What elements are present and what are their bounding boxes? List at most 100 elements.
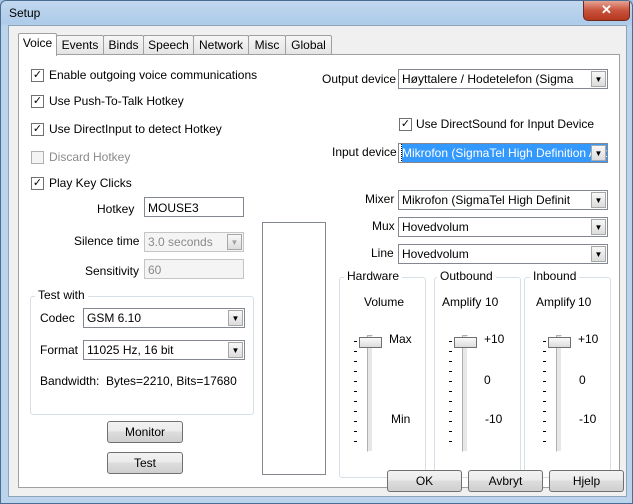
play-key-clicks-checkbox[interactable]: ✓ [31,177,44,190]
inbound-top-label: +10 [578,332,599,346]
directsound-checkbox[interactable]: ✓ [399,118,412,131]
outbound-top-label: +10 [484,332,505,346]
slider-tick [543,351,546,352]
chevron-down-icon[interactable]: ▼ [591,246,606,262]
chevron-down-icon[interactable]: ▼ [591,71,606,87]
setup-window: Setup ✕ Voice Events Binds Speech Networ… [0,0,633,504]
codec-value: GSM 6.10 [87,311,142,325]
directsound-label: Use DirectSound for Input Device [416,117,595,131]
codec-select[interactable]: GSM 6.10 ▼ [83,308,245,328]
tab-speech[interactable]: Speech [143,35,194,55]
format-select[interactable]: 11025 Hz, 16 bit ▼ [83,340,245,360]
slider-tick [354,341,357,342]
play-key-clicks-label: Play Key Clicks [49,176,132,190]
slider-tick [354,371,357,372]
tab-global[interactable]: Global [285,35,332,55]
hardware-max-label: Max [389,332,412,346]
slider-tick [449,371,452,372]
title-bar[interactable]: Setup ✕ [1,1,632,25]
slider-tick [449,341,452,342]
hardware-slider-thumb[interactable] [359,337,382,348]
slider-tick [543,431,546,432]
line-select[interactable]: Hovedvolum ▼ [398,244,608,264]
tab-voice[interactable]: Voice [18,33,57,56]
outbound-bottom-label: -10 [485,412,503,426]
input-device-value: Mikrofon (SigmaTel High Definition Audi [401,144,607,162]
slider-tick [543,361,546,362]
voice-panel: ✓ Enable outgoing voice communications ✓… [18,54,620,488]
chevron-down-icon[interactable]: ▼ [591,145,606,161]
silence-time-value: 3.0 seconds [148,235,213,249]
slider-tick [543,401,546,402]
inbound-title: Inbound [530,269,580,283]
outbound-amplify-value: 10 [485,295,499,309]
output-device-label: Output device [322,72,397,86]
sensitivity-field: 60 [144,259,244,279]
hardware-volume-label: Volume [364,295,405,309]
tab-network[interactable]: Network [193,35,249,55]
line-value: Hovedvolum [402,247,469,261]
discard-hotkey-label: Discard Hotkey [49,150,131,164]
input-device-label: Input device [332,145,397,159]
chevron-down-icon: ▼ [227,234,242,250]
slider-tick [449,431,452,432]
inbound-slider-track[interactable] [556,335,562,452]
bandwidth-value: Bytes=2210, Bits=17680 [106,374,237,388]
format-label: Format [40,343,79,357]
inbound-amplify-label: Amplify [536,295,576,309]
test-with-title: Test with [35,288,88,302]
push-to-talk-checkbox[interactable]: ✓ [31,95,44,108]
slider-tick [449,421,452,422]
enable-outgoing-checkbox[interactable]: ✓ [31,69,44,82]
inbound-slider-thumb[interactable] [548,337,571,348]
cancel-button[interactable]: Avbryt [468,470,543,492]
sensitivity-label: Sensitivity [85,264,140,278]
push-to-talk-label: Use Push-To-Talk Hotkey [49,94,184,108]
slider-tick [449,401,452,402]
slider-tick [543,421,546,422]
outbound-slider-thumb[interactable] [454,337,477,348]
slider-tick [543,381,546,382]
slider-tick [449,361,452,362]
monitor-button[interactable]: Monitor [107,421,183,443]
outbound-slider-track[interactable] [462,335,468,452]
test-button[interactable]: Test [107,452,183,474]
chevron-down-icon[interactable]: ▼ [591,192,606,208]
tab-events[interactable]: Events [56,35,104,55]
output-device-select[interactable]: Høyttalere / Hodetelefon (Sigma ▼ [398,69,608,89]
slider-tick [354,441,357,442]
tab-binds[interactable]: Binds [103,35,144,55]
close-button[interactable]: ✕ [583,1,630,21]
help-button[interactable]: Hjelp [549,470,624,492]
hardware-slider-track[interactable] [367,335,373,452]
slider-tick [354,391,357,392]
line-label: Line [371,246,394,260]
slider-tick [449,351,452,352]
bandwidth-label: Bandwidth: [40,374,100,388]
inbound-bottom-label: -10 [579,412,597,426]
outbound-mid-label: 0 [484,373,491,387]
mixer-value: Mikrofon (SigmaTel High Definit [402,193,571,207]
ok-button[interactable]: OK [387,470,462,492]
slider-tick [449,411,452,412]
tab-misc[interactable]: Misc [248,35,286,55]
enable-outgoing-label: Enable outgoing voice communications [49,68,258,82]
mixer-select[interactable]: Mikrofon (SigmaTel High Definit ▼ [398,190,608,210]
slider-tick [354,351,357,352]
chevron-down-icon[interactable]: ▼ [591,219,606,235]
slider-tick [354,401,357,402]
directinput-label: Use DirectInput to detect Hotkey [49,122,222,136]
outbound-title: Outbound [437,269,496,283]
mux-select[interactable]: Hovedvolum ▼ [398,217,608,237]
slider-tick [543,371,546,372]
chevron-down-icon[interactable]: ▼ [228,342,243,358]
mixer-label: Mixer [365,192,395,206]
input-device-select[interactable]: Mikrofon (SigmaTel High Definition Audi … [398,143,608,163]
chevron-down-icon[interactable]: ▼ [228,310,243,326]
directinput-checkbox[interactable]: ✓ [31,123,44,136]
silence-time-select: 3.0 seconds ▼ [144,232,244,252]
slider-tick [354,431,357,432]
output-device-value: Høyttalere / Hodetelefon (Sigma [402,72,574,86]
inbound-mid-label: 0 [579,373,586,387]
hotkey-field[interactable]: MOUSE3 [144,197,244,217]
